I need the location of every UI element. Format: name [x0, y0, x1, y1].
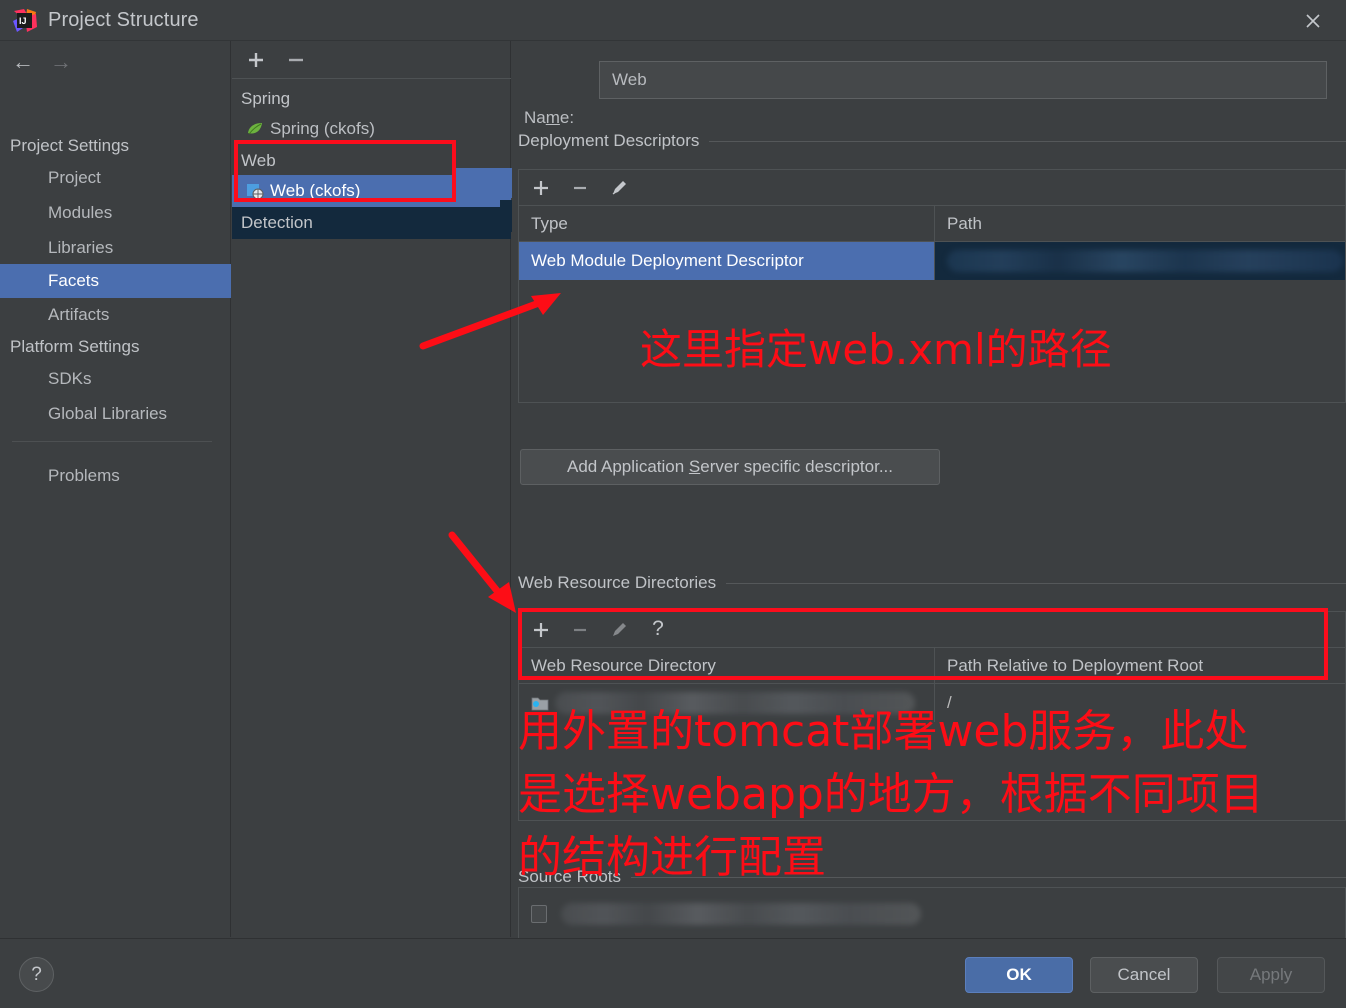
section-rule — [631, 876, 1346, 878]
arrow-left-icon[interactable]: ← — [6, 49, 40, 75]
source-roots-section-header: Source Roots — [518, 867, 1346, 887]
sidebar-item-global-libraries[interactable]: Global Libraries — [0, 397, 231, 431]
redacted-directory-value — [555, 692, 915, 714]
column-header-type: Type — [519, 206, 935, 241]
question-mark-icon[interactable]: ? — [646, 615, 670, 643]
sidebar-item-label: Facets — [48, 271, 100, 290]
cancel-button[interactable]: Cancel — [1090, 957, 1198, 993]
dialog-footer: ? OK Cancel Apply — [0, 938, 1346, 1008]
sidebar-group-platform-settings: Platform Settings — [10, 337, 140, 356]
svg-text:IJ: IJ — [19, 16, 27, 26]
sidebar-item-libraries[interactable]: Libraries — [0, 231, 231, 265]
sidebar-item-label: SDKs — [48, 369, 92, 388]
ok-button[interactable]: OK — [965, 957, 1073, 993]
cell-web-resource-directory — [519, 684, 935, 722]
sidebar-item-facets[interactable]: Facets — [0, 264, 231, 298]
web-resource-directories-toolbar: ? — [518, 611, 1346, 647]
facet-detail-panel: Name: Deployment Descriptors — [512, 41, 1346, 959]
sidebar-item-label: Global Libraries — [48, 404, 168, 423]
redacted-source-root-label — [561, 903, 921, 925]
tree-node-label: Spring (ckofs) — [270, 119, 375, 138]
apply-button[interactable]: Apply — [1217, 957, 1325, 993]
arrow-right-icon[interactable]: → — [44, 49, 78, 75]
sidebar-item-artifacts[interactable]: Artifacts — [0, 298, 231, 332]
sidebar-divider — [12, 441, 212, 442]
sidebar-item-modules[interactable]: Modules — [0, 196, 231, 230]
column-header-web-resource-directory: Web Resource Directory — [519, 648, 935, 683]
page-title: Project Structure — [48, 9, 199, 31]
cell-descriptor-type: Web Module Deployment Descriptor — [519, 242, 935, 280]
section-rule — [726, 582, 1346, 584]
pencil-icon[interactable] — [605, 175, 633, 201]
web-resource-directories-table: Web Resource Directory Path Relative to … — [518, 647, 1346, 821]
help-button[interactable]: ? — [19, 957, 54, 992]
sidebar-item-label: Libraries — [48, 238, 114, 257]
minus-icon[interactable] — [566, 175, 594, 201]
section-rule — [709, 140, 1346, 142]
minus-icon[interactable] — [282, 47, 310, 73]
intellij-idea-logo-icon: IJ — [12, 8, 38, 34]
redacted-path-value — [947, 250, 1343, 272]
sidebar-item-project[interactable]: Project — [0, 161, 231, 195]
sidebar-item-label: Modules — [48, 203, 113, 222]
close-icon[interactable] — [1296, 6, 1330, 36]
tree-node-spring-ckofs[interactable]: Spring (ckofs) — [232, 113, 511, 145]
facet-name-input[interactable] — [599, 61, 1327, 99]
tree-node-label: Web (ckofs) — [270, 181, 361, 200]
plus-icon[interactable] — [242, 47, 270, 73]
plus-icon[interactable] — [527, 175, 555, 201]
sidebar-item-label: Problems — [48, 466, 120, 485]
web-resource-directories-section-header: Web Resource Directories — [518, 573, 1346, 593]
table-header-row: Type Path — [519, 206, 1345, 242]
table-header-row: Web Resource Directory Path Relative to … — [519, 648, 1345, 684]
tree-selection-overflow — [456, 168, 512, 198]
section-title: Web Resource Directories — [518, 573, 717, 592]
project-structure-dialog: IJ Project Structure ← → Project Setting… — [0, 0, 1346, 1008]
spring-leaf-icon — [246, 120, 264, 138]
minus-icon — [566, 617, 594, 643]
sidebar-item-sdks[interactable]: SDKs — [0, 362, 231, 396]
nav-history-controls: ← → — [0, 41, 231, 81]
table-row[interactable]: Web Module Deployment Descriptor — [519, 242, 1345, 280]
add-application-server-descriptor-button[interactable]: Add Application Server specific descript… — [520, 449, 940, 485]
sidebar-item-problems[interactable]: Problems — [0, 459, 231, 493]
section-title: Source Roots — [518, 867, 621, 886]
pencil-icon — [605, 617, 633, 643]
section-title: Deployment Descriptors — [518, 131, 700, 150]
source-root-checkbox[interactable] — [531, 905, 547, 923]
name-field-label: Name: — [524, 108, 575, 127]
list-item[interactable] — [519, 888, 1345, 940]
folder-icon — [531, 696, 549, 711]
web-facet-icon — [246, 182, 264, 200]
facets-tree-toolbar — [232, 41, 511, 79]
plus-icon[interactable] — [527, 617, 555, 643]
cell-descriptor-path — [935, 242, 1345, 280]
tree-group-detection: Detection — [232, 207, 511, 239]
settings-sidebar: ← → Project Settings Project Modules Lib… — [0, 41, 231, 937]
sidebar-item-label: Artifacts — [48, 305, 110, 324]
deployment-descriptors-toolbar — [518, 169, 1346, 205]
column-header-path-relative-to-deployment-root: Path Relative to Deployment Root — [947, 655, 1204, 675]
tree-group-overflow — [500, 200, 512, 232]
cell-relative-path: / — [947, 693, 952, 712]
column-header-path: Path — [947, 213, 982, 233]
deployment-descriptors-section-header: Deployment Descriptors — [518, 131, 1346, 151]
title-bar: IJ Project Structure — [0, 0, 1346, 41]
table-row[interactable]: / — [519, 684, 1345, 722]
tree-group-spring: Spring — [241, 89, 291, 108]
sidebar-group-project-settings: Project Settings — [10, 136, 130, 155]
sidebar-item-label: Project — [48, 168, 101, 187]
deployment-descriptors-table: Type Path Web Module Deployment Descript… — [518, 205, 1346, 403]
